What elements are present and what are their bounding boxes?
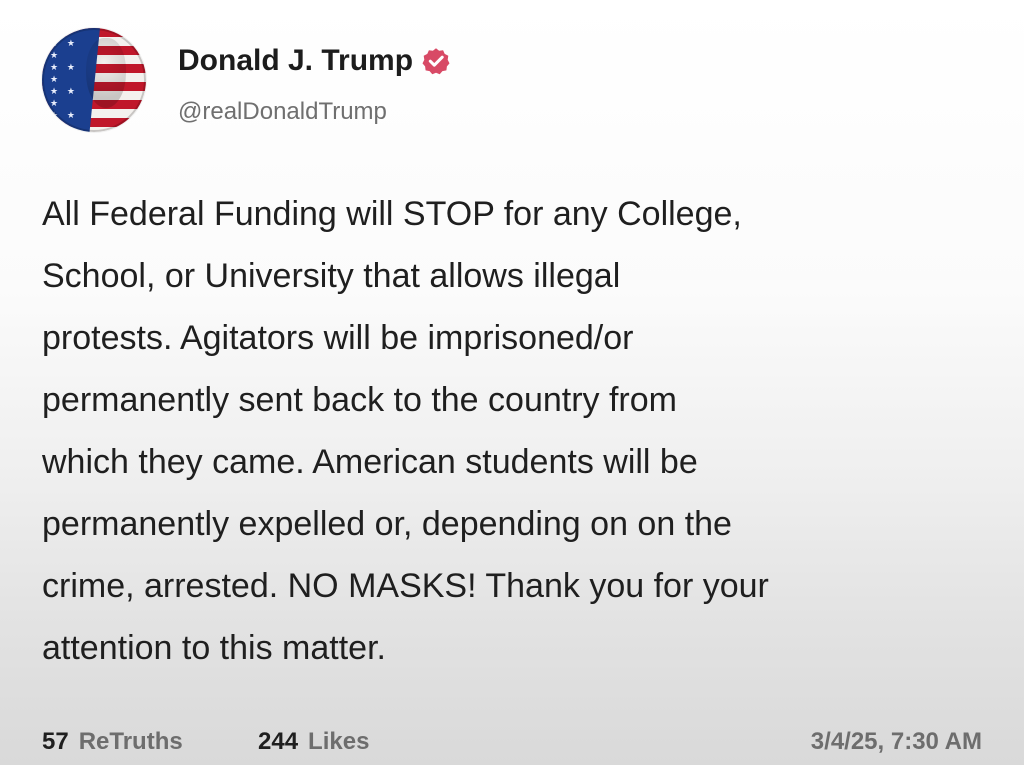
avatar-outline: [42, 28, 146, 132]
profile-name[interactable]: Donald J. Trump: [178, 44, 413, 78]
post-content: All Federal Funding will STOP for any Co…: [42, 180, 992, 670]
profile-name-row: Donald J. Trump: [178, 40, 451, 82]
post-text-line: School, or University that allows illega…: [42, 257, 621, 295]
profile-handle[interactable]: @realDonaldTrump: [178, 98, 387, 126]
post-timestamp: 3/4/25, 7:30 AM: [810, 728, 982, 755]
likes-metric[interactable]: 244 Likes: [258, 728, 369, 756]
post-text-line: permanently expelled or, depending on on…: [42, 505, 732, 543]
profile-avatar[interactable]: ★ ★ ★★ ★ ★★ ★ ★★ ★ ★★ ★ ★★ ★ ★: [42, 28, 146, 132]
post-text-line: crime, arrested. NO MASKS! Thank you for…: [42, 567, 769, 605]
verified-badge-icon: [422, 48, 450, 75]
retruths-count: 57: [42, 728, 69, 755]
likes-label: Likes: [308, 728, 370, 755]
likes-count: 244: [258, 728, 299, 755]
retruths-label: ReTruths: [78, 728, 183, 755]
post-text-line: attention to this matter.: [42, 629, 386, 667]
post-text-line: which they came. American students will …: [42, 443, 698, 481]
post-text-line: protests. Agitators will be imprisoned/o…: [42, 319, 634, 357]
post-text-line: permanently sent back to the country fro…: [42, 381, 677, 419]
post-text-line: All Federal Funding will STOP for any Co…: [42, 195, 742, 233]
retruths-metric[interactable]: 57 ReTruths: [42, 728, 183, 756]
post-footer: 57 ReTruths 244 Likes 3/4/25, 7:30 AM: [42, 724, 982, 764]
social-post: ★ ★ ★★ ★ ★★ ★ ★★ ★ ★★ ★ ★★ ★ ★ Donald J.…: [0, 0, 1024, 765]
